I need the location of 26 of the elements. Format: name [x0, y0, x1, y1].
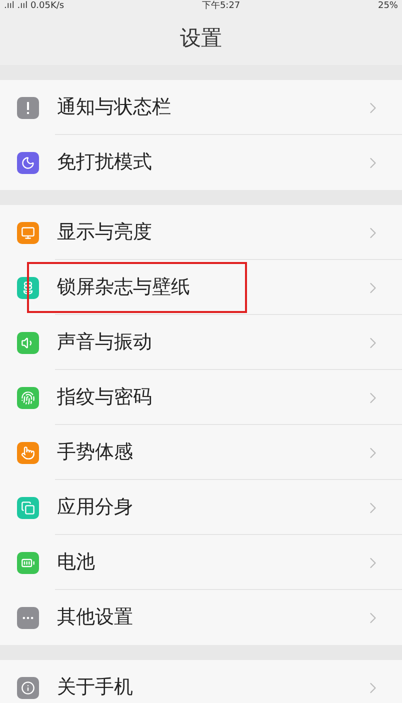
item-label: 声音与振动	[57, 333, 152, 352]
item-label: 通知与状态栏	[57, 98, 171, 117]
battery-level: 25%	[378, 2, 398, 10]
item-label: 关于手机	[57, 678, 133, 697]
item-label: 锁屏杂志与壁纸	[57, 278, 190, 297]
settings-item[interactable]: 关于手机	[0, 660, 402, 703]
network-status: .ııl .ııl 0.05K/s	[4, 2, 64, 10]
item-label: 电池	[57, 553, 95, 572]
item-label: 应用分身	[57, 498, 133, 517]
settings-item[interactable]: 锁屏杂志与壁纸	[0, 260, 402, 315]
item-label: 指纹与密码	[57, 388, 152, 407]
settings-item[interactable]: 其他设置	[0, 590, 402, 645]
settings-item[interactable]: 通知与状态栏	[0, 80, 402, 135]
settings-item[interactable]: 免打扰模式	[0, 135, 402, 190]
settings-item[interactable]: 电池	[0, 535, 402, 590]
settings-item[interactable]: 声音与振动	[0, 315, 402, 370]
settings-item[interactable]: 指纹与密码	[0, 370, 402, 425]
settings-item[interactable]: 手势体感	[0, 425, 402, 480]
clock: 下午5:27	[202, 2, 240, 10]
item-label: 手势体感	[57, 443, 133, 462]
page-title: 设置	[180, 24, 222, 52]
settings-item[interactable]: 应用分身	[0, 480, 402, 535]
item-label: 其他设置	[57, 608, 133, 627]
settings-item[interactable]: 显示与亮度	[0, 205, 402, 260]
item-label: 显示与亮度	[57, 223, 152, 242]
item-label: 免打扰模式	[57, 153, 152, 172]
